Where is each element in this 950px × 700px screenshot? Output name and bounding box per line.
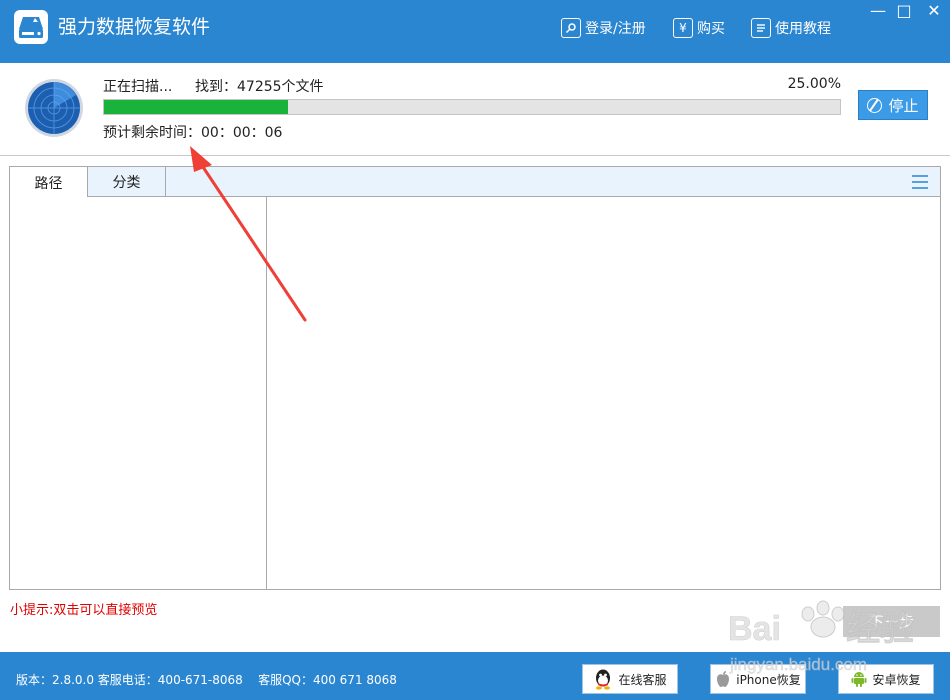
qq-icon <box>596 669 611 690</box>
files-found: 找到：47255个文件 <box>195 79 324 95</box>
maximize-button[interactable]: □ <box>892 0 916 20</box>
scan-panel: 正在扫描... 找到：47255个文件 25.00% 预计剩余时间：00：00：… <box>0 63 950 156</box>
svg-text:经验: 经验 <box>846 609 914 648</box>
login-register-link[interactable]: 登录/注册 <box>561 16 646 40</box>
menu-icon[interactable] <box>912 175 928 189</box>
minimize-button[interactable]: — <box>866 0 890 20</box>
close-button[interactable]: ✕ <box>922 0 946 20</box>
title-bar: 强力数据恢复软件 登录/注册 ¥ 购买 使用教程 — □ ✕ <box>0 0 950 63</box>
file-list-pane[interactable] <box>268 197 940 589</box>
progress-fill <box>104 100 288 114</box>
online-service-label: 在线客服 <box>618 672 667 687</box>
stop-label: 停止 <box>888 96 919 115</box>
radar-icon <box>25 79 83 137</box>
tab-bar: 路径 分类 <box>10 167 940 198</box>
stop-icon <box>867 97 883 113</box>
logo-disk-icon <box>14 10 48 44</box>
key-icon <box>561 18 581 38</box>
preview-tip: 小提示:双击可以直接预览 <box>10 603 158 618</box>
yen-icon: ¥ <box>673 18 693 38</box>
stop-button[interactable]: 停止 <box>858 90 928 120</box>
progress-bar <box>103 99 841 115</box>
doc-icon <box>751 18 771 38</box>
login-register-label: 登录/注册 <box>585 21 646 37</box>
app-title: 强力数据恢复软件 <box>58 16 211 38</box>
svg-text:jingyan.baidu.com: jingyan.baidu.com <box>729 655 867 674</box>
baidu-jingyan-watermark: Bai 经验 jingyan.baidu.com <box>728 600 914 674</box>
version-contact-info: 版本：2.8.0.0 客服电话：400-671-8068 客服QQ：400 67… <box>16 673 397 687</box>
tab-path[interactable]: 路径 <box>10 167 88 198</box>
buy-link[interactable]: ¥ 购买 <box>673 16 725 40</box>
remaining-time: 预计剩余时间：00：00：06 <box>103 125 283 141</box>
tutorial-label: 使用教程 <box>775 21 831 37</box>
online-service-button[interactable]: 在线客服 <box>582 664 678 694</box>
scan-status: 正在扫描... <box>103 79 173 95</box>
folder-tree-pane[interactable] <box>10 197 267 589</box>
tab-category[interactable]: 分类 <box>88 167 166 197</box>
svg-text:Bai: Bai <box>728 610 781 648</box>
progress-percent: 25.00% <box>787 76 841 92</box>
buy-label: 购买 <box>697 21 725 37</box>
tutorial-link[interactable]: 使用教程 <box>751 16 831 40</box>
results-pane: 路径 分类 <box>9 166 941 590</box>
